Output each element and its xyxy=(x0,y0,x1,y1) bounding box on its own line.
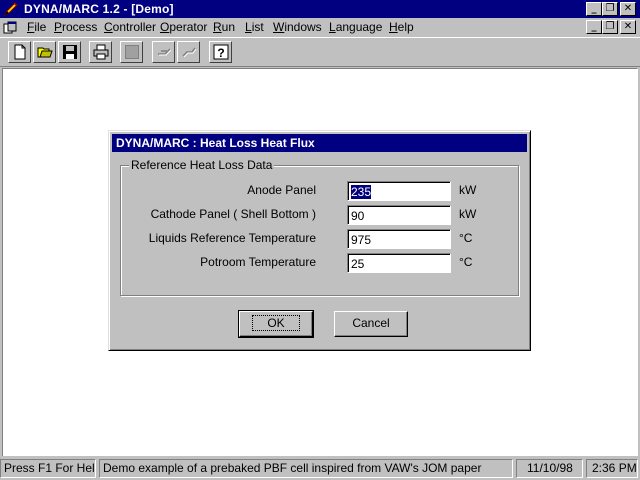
potroom-temperature-unit: °C xyxy=(459,255,473,269)
menu-process[interactable]: Process xyxy=(54,20,97,35)
disabled-step-icon xyxy=(182,47,197,58)
doc-close-button[interactable]: ✕ xyxy=(620,20,636,34)
anode-panel-value: 235 xyxy=(351,185,372,199)
print-icon xyxy=(93,44,109,60)
cathode-panel-label: Cathode Panel ( Shell Bottom ) xyxy=(150,207,316,221)
status-help-text: Press F1 For Help xyxy=(0,459,96,478)
new-button[interactable] xyxy=(8,41,31,63)
potroom-temperature-value: 25 xyxy=(351,257,365,271)
cathode-panel-unit: kW xyxy=(459,207,477,221)
app-title: DYNA/MARC 1.2 - [Demo] xyxy=(24,2,174,16)
help-button[interactable]: ? xyxy=(209,41,232,63)
restore-button[interactable]: ❐ xyxy=(602,2,618,16)
menu-file[interactable]: File xyxy=(27,20,46,35)
ok-button-label: OK xyxy=(252,315,300,331)
menu-controller-label: Controller xyxy=(104,20,157,34)
menu-help-label: Help xyxy=(389,20,414,34)
status-bar: Press F1 For Help Demo example of a preb… xyxy=(0,457,640,480)
pencil-icon xyxy=(3,2,18,17)
menu-windows-label: Windows xyxy=(273,20,322,34)
anode-panel-input[interactable]: 235 xyxy=(347,181,451,201)
run-button-disabled[interactable] xyxy=(152,41,175,63)
menu-language[interactable]: Language xyxy=(329,20,382,35)
cathode-panel-input[interactable]: 90 xyxy=(347,205,451,225)
menu-operator-label: Operator xyxy=(160,20,208,34)
menu-run-label: Run xyxy=(213,20,236,34)
liquids-reference-temperature-label: Liquids Reference Temperature xyxy=(148,231,316,245)
menu-operator[interactable]: Operator xyxy=(160,20,207,35)
menu-list-label: List xyxy=(245,20,264,34)
ok-button[interactable]: OK xyxy=(238,310,314,338)
svg-text:?: ? xyxy=(217,46,224,60)
status-time: 2:36 PM xyxy=(586,459,638,478)
menu-run[interactable]: Run xyxy=(213,20,235,35)
menu-help[interactable]: Help xyxy=(389,20,414,35)
minimize-button[interactable]: _ xyxy=(586,2,602,16)
menu-process-label: Process xyxy=(54,20,98,34)
save-disk-icon xyxy=(63,45,77,59)
potroom-temperature-label: Potroom Temperature xyxy=(200,255,316,269)
blank-icon xyxy=(125,45,139,59)
heat-loss-dialog: DYNA/MARC : Heat Loss Heat Flux Referenc… xyxy=(108,130,531,351)
menu-file-label: File xyxy=(27,20,47,34)
status-message: Demo example of a prebaked PBF cell insp… xyxy=(99,459,513,478)
new-icon xyxy=(14,44,26,60)
menu-bar: File Process Controller Operator Run Lis… xyxy=(0,18,640,37)
menu-controller[interactable]: Controller xyxy=(104,20,156,35)
window-controls: _ ❐ ✕ xyxy=(586,2,638,16)
close-button[interactable]: ✕ xyxy=(620,2,636,16)
help-question-icon: ? xyxy=(213,44,229,60)
document-system-menu-icon[interactable] xyxy=(3,21,17,35)
menu-list[interactable]: List xyxy=(245,20,264,35)
reference-heat-loss-group: Reference Heat Loss Data Anode Panel 235… xyxy=(120,158,519,296)
open-button[interactable] xyxy=(33,41,56,63)
dialog-title[interactable]: DYNA/MARC : Heat Loss Heat Flux xyxy=(112,134,527,152)
save-button[interactable] xyxy=(58,41,81,63)
document-window-controls: _ ❐ ✕ xyxy=(586,20,638,34)
menu-windows[interactable]: Windows xyxy=(273,20,322,35)
anode-panel-label: Anode Panel xyxy=(247,183,316,197)
liquids-reference-temperature-unit: °C xyxy=(459,231,473,245)
open-folder-icon xyxy=(37,47,53,58)
app-title-bar[interactable]: DYNA/MARC 1.2 - [Demo] _ ❐ ✕ xyxy=(0,0,640,18)
status-date: 11/10/98 xyxy=(516,459,583,478)
doc-restore-button[interactable]: ❐ xyxy=(602,20,618,34)
cancel-button[interactable]: Cancel xyxy=(334,311,408,337)
print-button[interactable] xyxy=(89,41,112,63)
step-button-disabled[interactable] xyxy=(177,41,200,63)
liquids-reference-temperature-input[interactable]: 975 xyxy=(347,229,451,249)
menu-language-label: Language xyxy=(329,20,383,34)
toolbar: ? xyxy=(0,37,640,67)
group-label: Reference Heat Loss Data xyxy=(129,158,275,172)
cancel-button-label: Cancel xyxy=(352,316,390,330)
blank-tool-button[interactable] xyxy=(120,41,143,63)
potroom-temperature-input[interactable]: 25 xyxy=(347,253,451,273)
doc-minimize-button[interactable]: _ xyxy=(586,20,602,34)
liquids-reference-temperature-value: 975 xyxy=(351,233,372,247)
anode-panel-unit: kW xyxy=(459,183,477,197)
cathode-panel-value: 90 xyxy=(351,209,365,223)
disabled-run-icon xyxy=(158,48,172,56)
